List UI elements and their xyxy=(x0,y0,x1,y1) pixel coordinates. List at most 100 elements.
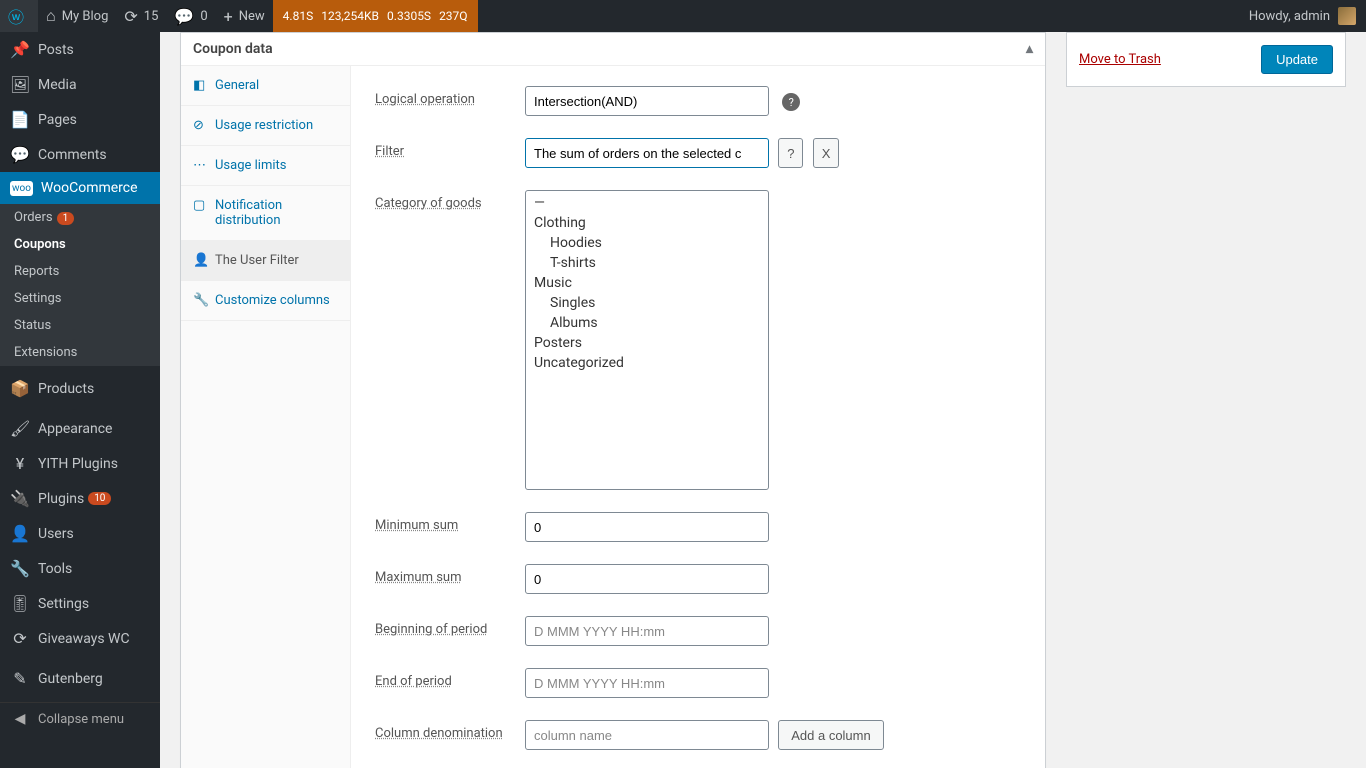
input-column-denom[interactable] xyxy=(525,720,769,750)
tab-label: Notification distribution xyxy=(215,198,338,228)
wp-logo[interactable]: ⓦ xyxy=(0,0,38,32)
perf-queries: 237Q xyxy=(439,9,468,23)
updates-link[interactable]: ⟳15 xyxy=(116,0,166,32)
add-column-button[interactable]: Add a column xyxy=(778,720,884,750)
collapse-menu[interactable]: ◀Collapse menu xyxy=(0,702,160,735)
sidebar-item-comments[interactable]: 💬Comments xyxy=(0,137,160,172)
perf-time2: 0.3305S xyxy=(387,9,431,23)
sidebar-label: Giveaways WC xyxy=(38,631,130,647)
perf-stats[interactable]: 4.81S 123,254KB 0.3305S 237Q xyxy=(273,0,478,32)
subitem-coupons[interactable]: Coupons xyxy=(0,231,160,258)
input-max-sum[interactable] xyxy=(525,564,769,594)
category-option[interactable]: Music xyxy=(526,273,768,293)
products-icon: 📦 xyxy=(10,379,30,398)
move-to-trash-link[interactable]: Move to Trash xyxy=(1079,52,1161,67)
postbox-toggle[interactable]: ▴ xyxy=(1026,41,1033,57)
sidebar-item-giveaways[interactable]: ⟳ Giveaways WC xyxy=(0,621,160,656)
select-logical-operation[interactable]: Intersection(AND) xyxy=(525,86,769,116)
subitem-settings[interactable]: Settings xyxy=(0,285,160,312)
help-icon[interactable]: ? xyxy=(782,93,800,111)
main-content: Coupon data ▴ ◧General ⊘Usage restrictio… xyxy=(160,32,1366,768)
comments-count: 0 xyxy=(200,9,207,24)
sidebar-item-pages[interactable]: 📄Pages xyxy=(0,102,160,137)
label-begin-period: Beginning of period xyxy=(375,616,525,637)
input-begin-period[interactable] xyxy=(525,616,769,646)
subitem-orders[interactable]: Orders1 xyxy=(0,204,160,231)
category-option[interactable]: Hoodies xyxy=(526,233,768,253)
sidebar-label: Comments xyxy=(38,147,107,163)
sidebar-label: Users xyxy=(38,526,74,542)
category-option[interactable]: — xyxy=(526,193,768,213)
filter-remove-button[interactable]: X xyxy=(813,138,840,168)
tab-general[interactable]: ◧General xyxy=(181,66,350,106)
sidebar-item-tools[interactable]: 🔧Tools xyxy=(0,551,160,586)
filter-help-button[interactable]: ? xyxy=(778,138,803,168)
coupon-panel: Logical operation Intersection(AND) ? Fi… xyxy=(351,66,1045,768)
subitem-extensions[interactable]: Extensions xyxy=(0,339,160,366)
admin-bar-right[interactable]: Howdy, admin xyxy=(1249,7,1366,25)
category-option[interactable]: T-shirts xyxy=(526,253,768,273)
right-sidebar: Move to Trash Update xyxy=(1066,32,1346,748)
sidebar-item-gutenberg[interactable]: ✎Gutenberg xyxy=(0,661,160,696)
tab-user-filter[interactable]: 👤The User Filter xyxy=(181,241,350,281)
subitem-label: Orders xyxy=(14,210,53,225)
site-name[interactable]: ⌂My Blog xyxy=(38,0,116,32)
sidebar-item-appearance[interactable]: 🖌Appearance xyxy=(0,411,160,446)
sidebar-item-products[interactable]: 📦 Products xyxy=(0,371,160,406)
pin-icon: 📌 xyxy=(10,40,30,59)
row-column-denom: Column denomination Add a column xyxy=(375,720,1021,750)
perf-time1: 4.81S xyxy=(283,9,314,23)
avatar xyxy=(1338,7,1356,25)
sidebar-label: Plugins xyxy=(38,491,84,507)
label-logical-operation: Logical operation xyxy=(375,86,525,107)
tab-notification[interactable]: ▢Notification distribution xyxy=(181,186,350,241)
label-min-sum: Minimum sum xyxy=(375,512,525,533)
woo-icon: woo xyxy=(10,181,33,196)
label-column-denom: Column denomination xyxy=(375,720,525,741)
sidebar-item-woocommerce[interactable]: woo WooCommerce xyxy=(0,172,160,204)
tab-usage-restriction[interactable]: ⊘Usage restriction xyxy=(181,106,350,146)
updates-count: 15 xyxy=(144,9,159,24)
subitem-status[interactable]: Status xyxy=(0,312,160,339)
category-option[interactable]: Uncategorized xyxy=(526,353,768,373)
category-option[interactable]: Clothing xyxy=(526,213,768,233)
sidebar-label: YITH Plugins xyxy=(38,456,118,472)
input-end-period[interactable] xyxy=(525,668,769,698)
tab-usage-limits[interactable]: ⋯Usage limits xyxy=(181,146,350,186)
category-option[interactable]: Albums xyxy=(526,313,768,333)
admin-bar-left: ⓦ ⌂My Blog ⟳15 💬0 +New 4.81S 123,254KB 0… xyxy=(0,0,478,32)
input-min-sum[interactable] xyxy=(525,512,769,542)
coupon-tabs: ◧General ⊘Usage restriction ⋯Usage limit… xyxy=(181,66,351,768)
pencil-icon: ✎ xyxy=(10,669,30,688)
sidebar-item-posts[interactable]: 📌Posts xyxy=(0,32,160,67)
select-filter[interactable]: The sum of orders on the selected c xyxy=(525,138,769,168)
admin-sidebar: 📌Posts 🖼Media 📄Pages 💬Comments woo WooCom… xyxy=(0,32,160,768)
wrench-icon: 🔧 xyxy=(10,559,30,578)
sidebar-item-plugins[interactable]: 🔌Plugins10 xyxy=(0,481,160,516)
page-icon: 📄 xyxy=(10,110,30,129)
sidebar-label: WooCommerce xyxy=(41,180,138,196)
subitem-reports[interactable]: Reports xyxy=(0,258,160,285)
sidebar-item-settings[interactable]: 🎚Settings xyxy=(0,586,160,621)
tab-customize-columns[interactable]: 🔧Customize columns xyxy=(181,281,350,321)
sidebar-item-yith[interactable]: ¥ YITH Plugins xyxy=(0,446,160,481)
postbox-header: Coupon data ▴ xyxy=(181,33,1045,66)
update-button[interactable]: Update xyxy=(1261,45,1333,74)
sidebar-item-users[interactable]: 👤Users xyxy=(0,516,160,551)
category-option[interactable]: Singles xyxy=(526,293,768,313)
sidebar-item-media[interactable]: 🖼Media xyxy=(0,67,160,102)
sidebar-label: Products xyxy=(38,381,94,397)
yith-icon: ¥ xyxy=(10,454,30,473)
category-multiselect[interactable]: —ClothingHoodiesT-shirtsMusicSinglesAlbu… xyxy=(525,190,769,490)
comments-link[interactable]: 💬0 xyxy=(166,0,215,32)
subitem-label: Settings xyxy=(14,291,61,306)
sidebar-label: Media xyxy=(38,77,77,93)
row-min-sum: Minimum sum xyxy=(375,512,1021,542)
gift-icon: ⟳ xyxy=(10,629,30,648)
new-label: New xyxy=(239,9,265,24)
site-name-label: My Blog xyxy=(62,9,109,24)
new-link[interactable]: +New xyxy=(216,0,273,32)
category-option[interactable]: Posters xyxy=(526,333,768,353)
label-category: Category of goods xyxy=(375,190,525,211)
label-filter: Filter xyxy=(375,138,525,159)
